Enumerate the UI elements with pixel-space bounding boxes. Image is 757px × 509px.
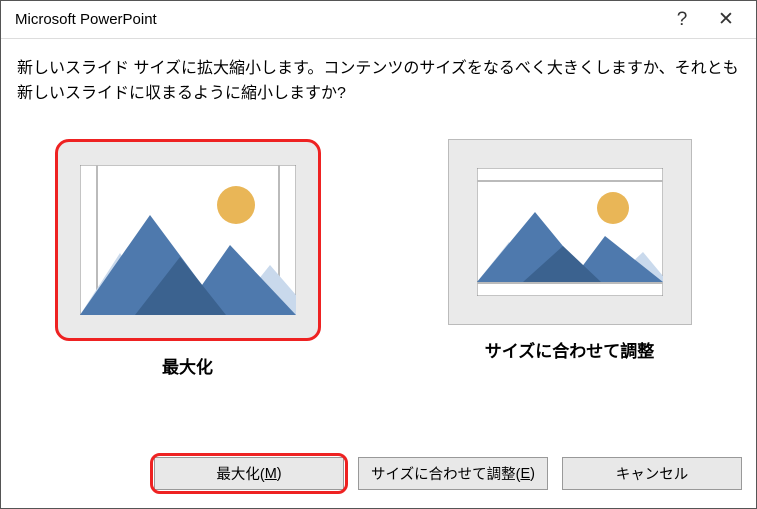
options-row: 最大化 サイズに合わせて調整 bbox=[17, 139, 740, 378]
button-row: 最大化(M) サイズに合わせて調整(E) キャンセル bbox=[1, 457, 756, 508]
maximize-btn-post: ) bbox=[277, 466, 282, 482]
help-button[interactable]: ? bbox=[660, 1, 704, 38]
option-maximize: 最大化 bbox=[53, 139, 323, 378]
fit-preview-icon bbox=[477, 168, 663, 296]
fit-btn-key: E bbox=[520, 466, 530, 482]
fit-button[interactable]: サイズに合わせて調整(E) bbox=[358, 457, 548, 490]
dialog-content: 新しいスライド サイズに拡大縮小します。コンテンツのサイズをなるべく大きくします… bbox=[1, 39, 756, 457]
titlebar: Microsoft PowerPoint ? ✕ bbox=[1, 1, 756, 39]
maximize-btn-key: M bbox=[265, 466, 277, 482]
maximize-button[interactable]: 最大化(M) bbox=[154, 457, 344, 490]
prompt-text: 新しいスライド サイズに拡大縮小します。コンテンツのサイズをなるべく大きくします… bbox=[17, 57, 740, 107]
thumb-maximize[interactable] bbox=[55, 139, 321, 341]
thumb-fit[interactable] bbox=[448, 139, 692, 325]
cancel-button[interactable]: キャンセル bbox=[562, 457, 742, 490]
maximize-preview-icon bbox=[80, 165, 296, 315]
option-fit-label: サイズに合わせて調整 bbox=[485, 337, 655, 362]
fit-btn-pre: サイズに合わせて調整( bbox=[371, 463, 520, 484]
close-button[interactable]: ✕ bbox=[704, 1, 748, 38]
fit-btn-post: ) bbox=[530, 466, 535, 482]
option-maximize-label: 最大化 bbox=[162, 353, 213, 378]
option-fit: サイズに合わせて調整 bbox=[435, 139, 705, 362]
window-title: Microsoft PowerPoint bbox=[15, 11, 660, 28]
maximize-btn-pre: 最大化( bbox=[216, 463, 264, 484]
